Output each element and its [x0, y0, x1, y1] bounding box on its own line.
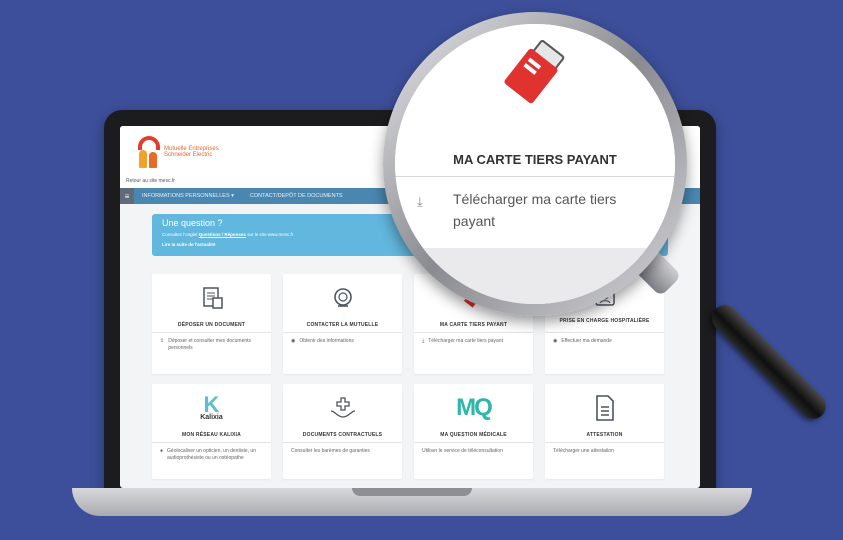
card-desc: Télécharger une attestation	[553, 448, 614, 454]
card-title: DÉPOSER UN DOCUMENT	[177, 322, 246, 328]
nav-item-informations[interactable]: INFORMATIONS PERSONNELLES ▾	[134, 193, 242, 199]
mq-logo: MQ	[456, 394, 493, 421]
hands-cross-icon	[283, 394, 402, 422]
upload-icon: ⇪	[160, 338, 165, 344]
card-title: CONTACTER LA MUTUELLE	[306, 322, 379, 328]
card-reseau-kalixia[interactable]: K Kalixia MON RÉSEAU KALIXIA ● Géolocalis…	[152, 384, 271, 479]
lens-divider	[395, 176, 675, 177]
card-title: PRISE EN CHARGE HOSPITALIÈRE	[559, 318, 650, 324]
question-sub-suffix: sur le site www.mesc.fr	[247, 232, 294, 237]
laptop-notch	[352, 488, 472, 496]
card-desc: Consulter les barèmes de garanties	[291, 448, 370, 454]
card-desc: Obtenir des informations	[299, 338, 354, 344]
kalixia-logo: K Kalixia	[200, 391, 223, 421]
question-sub-prefix: Consultez l'onglet	[162, 232, 198, 237]
card-title: ATTESTATION	[586, 432, 623, 438]
card-title: MON RÉSEAU KALIXIA	[182, 432, 241, 438]
magnifier-handle	[706, 299, 832, 425]
card-desc: Utiliser le service de téléconsultation	[422, 448, 503, 454]
logo-text: Mutuelle Entreprises Schneider Electric	[164, 146, 219, 158]
lens-title: MA CARTE TIERS PAYANT	[453, 152, 617, 167]
card-documents-contractuels[interactable]: DOCUMENTS CONTRACTUELS Consulter les bar…	[283, 384, 402, 479]
document-upload-icon	[152, 284, 271, 312]
download-icon[interactable]: ⤓	[417, 194, 423, 210]
card-question-medicale[interactable]: MQ MA QUESTION MÉDICALE Utiliser le serv…	[414, 384, 533, 479]
magnifier-lens: MA CARTE TIERS PAYANT ⤓ Télécharger ma c…	[395, 24, 675, 304]
file-icon	[545, 394, 664, 422]
card-contacter-mutuelle[interactable]: CONTACTER LA MUTUELLE ◉ Obtenir des infor…	[283, 274, 402, 374]
mesc-logo[interactable]	[136, 136, 162, 170]
card-desc: Géolocaliser un opticien, un dentiste, u…	[167, 448, 256, 461]
card-desc: Déposer et consulter mes documents perso…	[168, 338, 252, 351]
nav-item-contact[interactable]: CONTACT/DEPÔT DE DOCUMENTS	[242, 193, 351, 199]
card-title: DOCUMENTS CONTRACTUELS	[302, 432, 383, 438]
card-attestation[interactable]: ATTESTATION Télécharger une attestation	[545, 384, 664, 479]
headset-icon	[283, 284, 402, 312]
eye-icon: ◉	[291, 338, 296, 344]
download-icon: ⤓	[422, 338, 425, 344]
card-title: MA QUESTION MÉDICALE	[440, 432, 507, 438]
eye-icon: ◉	[553, 338, 558, 344]
card-title: MA CARTE TIERS PAYANT	[439, 322, 508, 328]
card-deposer-document[interactable]: DÉPOSER UN DOCUMENT ⇪ Déposer et consulte…	[152, 274, 271, 374]
back-to-site-link[interactable]: Retour au site mesc.fr	[126, 178, 175, 184]
lens-download-link[interactable]: Télécharger ma carte tiers payant	[453, 188, 633, 232]
questions-reponses-link[interactable]: Questions / Réponses	[199, 232, 246, 237]
card-desc: Télécharger ma carte tiers payant	[428, 338, 503, 344]
menu-icon[interactable]: ≡	[120, 188, 134, 204]
pin-icon: ●	[160, 448, 164, 454]
card-desc: Effectuer ma demande	[561, 338, 612, 344]
